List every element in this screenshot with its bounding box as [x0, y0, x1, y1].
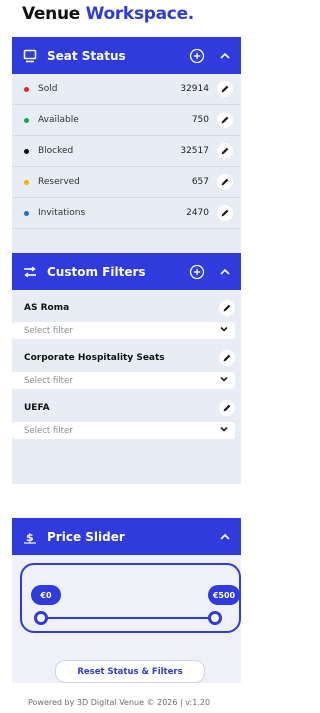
svg-text:$: $	[26, 531, 34, 544]
status-label: Reserved	[38, 177, 80, 187]
max-price-handle[interactable]	[208, 611, 222, 625]
price-slider-header[interactable]: $ Price Slider	[12, 518, 241, 555]
status-count: 750	[191, 115, 209, 125]
filter-title-row: AS Roma	[24, 294, 235, 322]
add-circle-icon[interactable]	[189, 48, 205, 64]
edit-pencil-icon[interactable]	[217, 81, 233, 97]
chevron-down-icon	[219, 374, 229, 387]
status-dot	[24, 148, 29, 154]
custom-filters-spacer	[12, 439, 241, 484]
brand-title: Venue Workspace.	[22, 4, 194, 34]
filter-title: AS Roma	[24, 303, 70, 313]
seat-status-row-sold: Sold 32914	[12, 74, 241, 105]
brand-word-venue: Venue	[22, 4, 80, 24]
seat-status-title: Seat Status	[47, 48, 126, 63]
seat-status-panel: Seat Status Sold 32914 Available 750 Blocked…	[12, 37, 241, 282]
status-label: Available	[38, 115, 79, 125]
edit-pencil-icon[interactable]	[217, 143, 233, 159]
slider-track[interactable]	[38, 617, 216, 619]
max-price-label: €500	[208, 585, 240, 605]
status-dot	[24, 117, 29, 123]
chevron-up-icon[interactable]	[219, 531, 231, 543]
min-price-label: €0	[31, 585, 61, 605]
monitor-icon	[22, 48, 38, 64]
filter-title: Corporate Hospitality Seats	[24, 353, 165, 363]
price-slider-title: Price Slider	[47, 529, 125, 544]
custom-filters-header[interactable]: Custom Filters	[12, 253, 241, 290]
filter-select-placeholder: Select filter	[24, 375, 73, 386]
filter-group: Corporate Hospitality Seats Select filter	[12, 344, 241, 389]
chevron-down-icon	[219, 324, 229, 337]
reset-status-filters-button[interactable]: Reset Status & Filters	[55, 660, 205, 683]
filter-title-row: UEFA	[24, 394, 235, 422]
chevron-up-icon[interactable]	[219, 266, 231, 278]
chevron-down-icon	[219, 424, 229, 437]
seat-status-header[interactable]: Seat Status	[12, 37, 241, 74]
brand-word-workspace: Workspace.	[85, 4, 195, 24]
edit-pencil-icon[interactable]	[217, 174, 233, 190]
filter-title: UEFA	[24, 403, 50, 413]
seat-status-row-blocked: Blocked 32517	[12, 136, 241, 167]
edit-pencil-icon[interactable]	[219, 300, 235, 316]
filter-select[interactable]: Select filter	[12, 372, 235, 389]
seat-status-row-available: Available 750	[12, 105, 241, 136]
status-label: Blocked	[38, 146, 74, 156]
seat-status-row-invitations: Invitations 2470	[12, 198, 241, 229]
filter-group: AS Roma Select filter	[12, 294, 241, 339]
filter-group: UEFA Select filter	[12, 394, 241, 439]
status-dot	[24, 210, 29, 216]
edit-pencil-icon[interactable]	[217, 205, 233, 221]
edit-pencil-icon[interactable]	[217, 112, 233, 128]
status-label: Invitations	[38, 208, 86, 218]
add-circle-icon[interactable]	[189, 264, 205, 280]
filter-select-placeholder: Select filter	[24, 325, 73, 336]
chevron-up-icon[interactable]	[219, 50, 231, 62]
dollar-person-icon: $	[22, 529, 38, 545]
filter-select-placeholder: Select filter	[24, 425, 73, 436]
status-count: 2470	[186, 208, 209, 218]
footer-text: Powered by 3D Digital Venue © 2026 | v:1…	[28, 698, 211, 707]
custom-filters-panel: Custom Filters AS Roma Select filter Corpo…	[12, 253, 241, 484]
filter-select[interactable]: Select filter	[12, 322, 235, 339]
shuffle-icon	[22, 264, 38, 280]
edit-pencil-icon[interactable]	[219, 350, 235, 366]
custom-filters-list: AS Roma Select filter Corporate Hospitalit…	[12, 290, 241, 439]
status-count: 657	[191, 177, 209, 187]
status-label: Sold	[38, 84, 58, 94]
seat-status-list: Sold 32914 Available 750 Blocked 32517 Reserve…	[12, 74, 241, 229]
status-dot	[24, 179, 29, 185]
min-price-handle[interactable]	[34, 611, 48, 625]
edit-pencil-icon[interactable]	[219, 400, 235, 416]
status-count: 32517	[180, 146, 209, 156]
custom-filters-title: Custom Filters	[47, 264, 146, 279]
price-slider-box: €0 €500	[20, 563, 241, 633]
seat-status-row-reserved: Reserved 657	[12, 167, 241, 198]
status-count: 32914	[180, 84, 209, 94]
status-dot	[24, 86, 29, 92]
filter-select[interactable]: Select filter	[12, 422, 235, 439]
filter-title-row: Corporate Hospitality Seats	[24, 344, 235, 372]
